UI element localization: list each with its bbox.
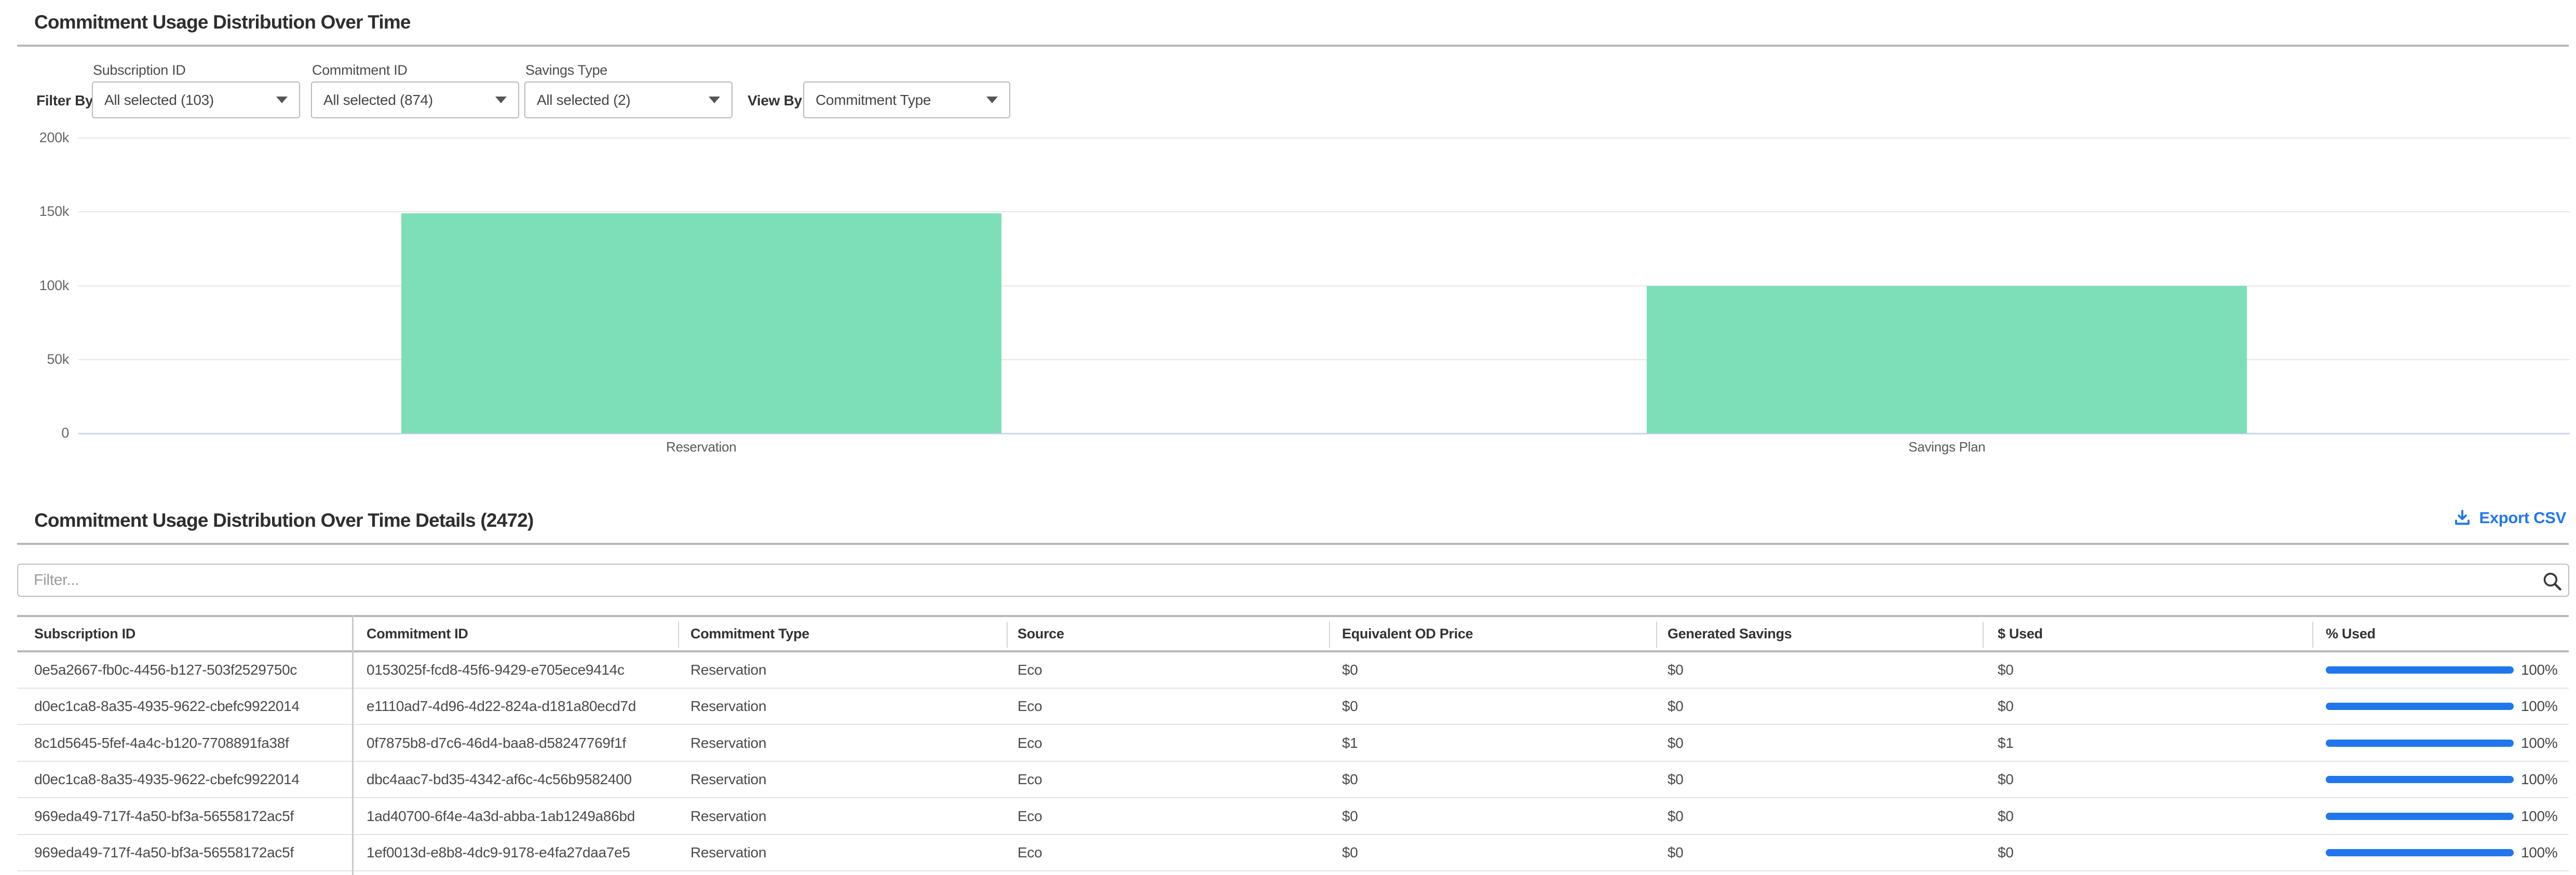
cell-commitment-id: 1ef0013d-e8b8-4dc9-9178-e4fa27daa7e5 xyxy=(367,835,630,870)
column-divider xyxy=(1656,622,1657,648)
column-divider xyxy=(1329,622,1330,648)
cell-equivalent-od-price: $0 xyxy=(1342,799,1358,834)
column-header-source[interactable]: Source xyxy=(1018,617,1064,650)
cell-used-percent: 100% xyxy=(2521,726,2557,761)
details-title: Commitment Usage Distribution Over Time … xyxy=(34,510,534,531)
x-axis-label-reservation: Reservation xyxy=(546,439,857,455)
cell-used-dollars: $1 xyxy=(1998,726,2014,761)
cell-generated-savings: $0 xyxy=(1667,726,1684,761)
table-row: 969eda49-717f-4a50-bf3a-56558172ac5f 1ad4… xyxy=(17,799,2569,835)
cell-equivalent-od-price: $0 xyxy=(1342,835,1358,870)
column-divider xyxy=(678,622,679,648)
table-row: 0e5a2667-fb0c-4456-b127-503f2529750c 0153… xyxy=(17,652,2569,689)
column-divider xyxy=(2312,622,2313,648)
cell-used-dollars: $0 xyxy=(1998,652,2014,688)
used-percent-bar xyxy=(2326,776,2514,783)
cell-used-dollars: $0 xyxy=(1998,689,2014,724)
cell-used-percent: 100% xyxy=(2521,762,2557,797)
y-axis-tick-200k: 200k xyxy=(17,130,69,146)
cell-subscription-id: d0ec1ca8-8a35-4935-9622-cbefc9922014 xyxy=(34,689,300,724)
column-header-used[interactable]: % Used xyxy=(2326,617,2376,650)
commitment-usage-bar-chart: 0 50k 100k 150k 200k Reservation Savings Plan xyxy=(0,0,2576,467)
cell-equivalent-od-price: $0 xyxy=(1342,652,1358,688)
cell-subscription-id: 0e5a2667-fb0c-4456-b127-503f2529750c xyxy=(34,652,297,688)
cell-subscription-id: 969eda49-717f-4a50-bf3a-56558172ac5f xyxy=(34,835,294,870)
column-header-commitment-type[interactable]: Commitment Type xyxy=(690,617,809,650)
cell-source: Eco xyxy=(1018,689,1042,724)
gridline-150k xyxy=(78,211,2570,212)
cell-commitment-type: Reservation xyxy=(690,762,766,797)
y-axis-tick-150k: 150k xyxy=(17,203,69,220)
column-header-used[interactable]: $ Used xyxy=(1998,617,2043,650)
table-row: d0ec1ca8-8a35-4935-9622-cbefc9922014 dbc4… xyxy=(17,762,2569,798)
cell-commitment-type: Reservation xyxy=(690,726,766,761)
used-percent-bar xyxy=(2326,849,2514,856)
search-button[interactable] xyxy=(2541,570,2564,593)
cell-used-dollars: $0 xyxy=(1998,762,2014,797)
gridline-200k xyxy=(78,138,2570,139)
cell-source: Eco xyxy=(1018,762,1042,797)
search-icon xyxy=(2541,570,2564,593)
cell-equivalent-od-price: $0 xyxy=(1342,689,1358,724)
cell-source: Eco xyxy=(1018,799,1042,834)
commitment-usage-page: Commitment Usage Distribution Over Time … xyxy=(0,0,2576,875)
cell-commitment-id: 0153025f-fcd8-45f6-9429-e705ece9414c xyxy=(367,652,625,688)
y-axis-tick-50k: 50k xyxy=(17,351,69,367)
cell-subscription-id: d0ec1ca8-8a35-4935-9622-cbefc9922014 xyxy=(34,762,300,797)
bar-savings-plan[interactable] xyxy=(1647,286,2247,433)
cell-used-percent: 100% xyxy=(2521,652,2557,688)
cell-used-percent: 100% xyxy=(2521,835,2557,870)
cell-subscription-id: 8c1d5645-5fef-4a4c-b120-7708891fa38f xyxy=(34,726,289,761)
cell-used-dollars: $0 xyxy=(1998,835,2014,870)
cell-equivalent-od-price: $1 xyxy=(1342,726,1358,761)
column-header-generated-savings[interactable]: Generated Savings xyxy=(1667,617,1792,650)
y-axis-tick-0: 0 xyxy=(17,425,69,441)
export-csv-button[interactable]: Export CSV xyxy=(2453,509,2566,527)
cell-commitment-type: Reservation xyxy=(690,835,766,870)
table-row: d0ec1ca8-8a35-4935-9622-cbefc9922014 e111… xyxy=(17,689,2569,725)
cell-commitment-id: 0f7875b8-d7c6-46d4-baa8-d58247769f1f xyxy=(367,726,626,761)
cell-used-dollars: $0 xyxy=(1998,799,2014,834)
cell-generated-savings: $0 xyxy=(1667,762,1684,797)
cell-source: Eco xyxy=(1018,835,1042,870)
cell-commitment-id: e1110ad7-4d96-4d22-824a-d181a80ecd7d xyxy=(367,689,636,724)
cell-used-percent: 100% xyxy=(2521,689,2557,724)
details-divider xyxy=(17,543,2569,545)
bar-reservation[interactable] xyxy=(401,213,1001,433)
cell-used-percent: 100% xyxy=(2521,799,2557,834)
x-axis-label-savings-plan: Savings Plan xyxy=(1791,439,2103,455)
cell-equivalent-od-price: $0 xyxy=(1342,762,1358,797)
cell-commitment-id: dbc4aac7-bd35-4342-af6c-4c56b9582400 xyxy=(367,762,632,797)
cell-commitment-type: Reservation xyxy=(690,652,766,688)
table-filter-input[interactable] xyxy=(17,564,2569,597)
cell-commitment-type: Reservation xyxy=(690,799,766,834)
cell-generated-savings: $0 xyxy=(1667,799,1684,834)
column-divider xyxy=(1007,622,1008,648)
cell-commitment-type: Reservation xyxy=(690,689,766,724)
used-percent-bar xyxy=(2326,703,2514,710)
column-header-equivalent-od-price[interactable]: Equivalent OD Price xyxy=(1342,617,1473,650)
y-axis-tick-100k: 100k xyxy=(17,278,69,294)
column-header-commitment-id[interactable]: Commitment ID xyxy=(367,617,468,650)
cell-generated-savings: $0 xyxy=(1667,652,1684,688)
column-header-subscription-id[interactable]: Subscription ID xyxy=(34,617,135,650)
download-icon xyxy=(2453,509,2472,527)
table-row: 969eda49-717f-4a50-bf3a-56558172ac5f 1ef0… xyxy=(17,835,2569,871)
table-row: 8c1d5645-5fef-4a4c-b120-7708891fa38f 0f78… xyxy=(17,726,2569,762)
cell-subscription-id: 969eda49-717f-4a50-bf3a-56558172ac5f xyxy=(34,799,294,834)
used-percent-bar xyxy=(2326,813,2514,820)
frozen-column-separator xyxy=(352,615,354,875)
cell-source: Eco xyxy=(1018,652,1042,688)
cell-commitment-id: 1ad40700-6f4e-4a3d-abba-1ab1249a86bd xyxy=(367,799,635,834)
used-percent-bar xyxy=(2326,666,2514,674)
export-csv-label: Export CSV xyxy=(2479,509,2566,527)
cell-generated-savings: $0 xyxy=(1667,835,1684,870)
cell-generated-savings: $0 xyxy=(1667,689,1684,724)
used-percent-bar xyxy=(2326,740,2514,747)
cell-source: Eco xyxy=(1018,726,1042,761)
column-divider xyxy=(1983,622,1984,648)
